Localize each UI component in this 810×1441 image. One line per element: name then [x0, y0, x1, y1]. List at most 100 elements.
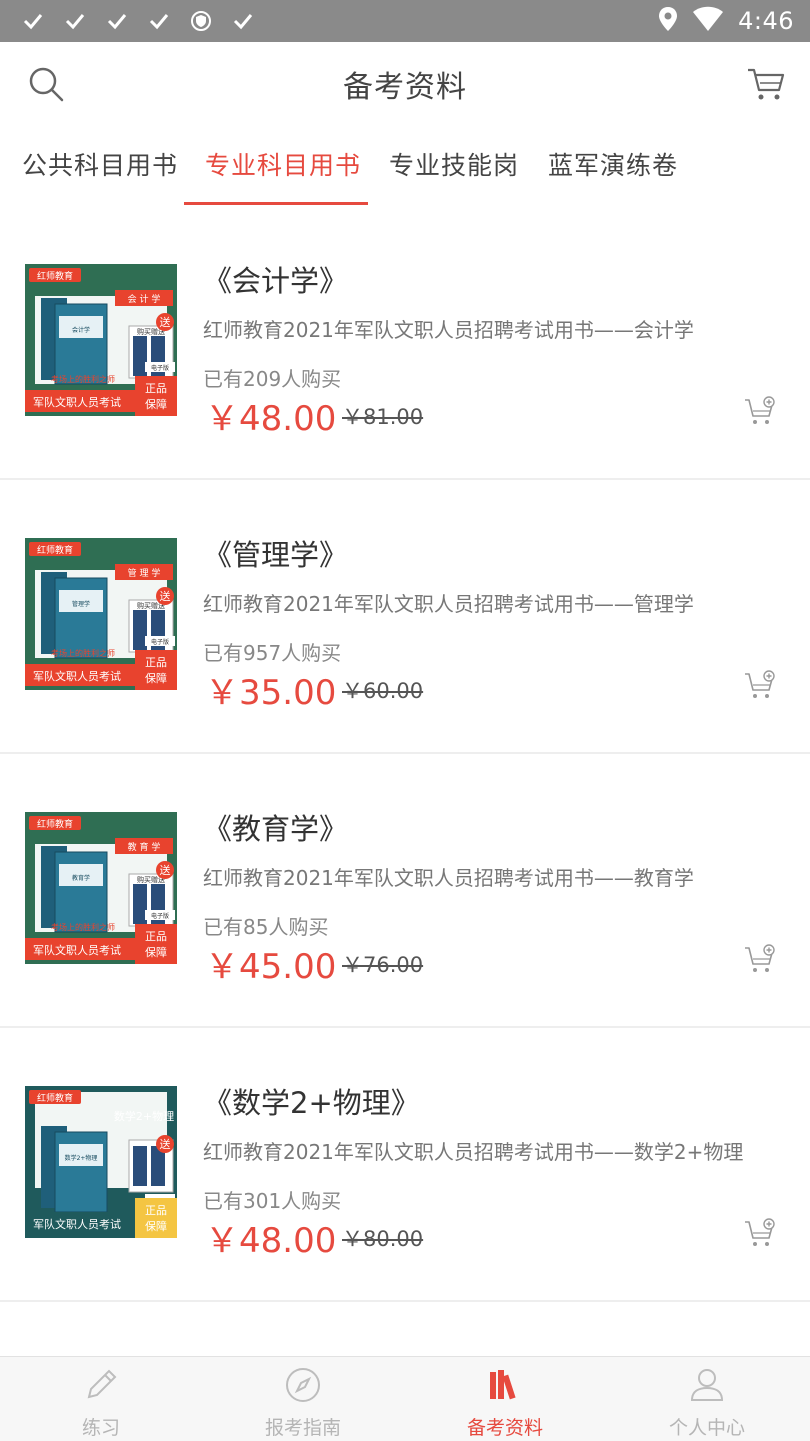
nav-label: 备考资料: [466, 1417, 543, 1439]
check-icon: [104, 8, 130, 34]
add-to-cart-button[interactable]: [744, 1218, 776, 1250]
add-to-cart-button[interactable]: [744, 670, 776, 702]
authentic-badge-line2: 保障: [145, 1219, 167, 1233]
product-description: 红师教育2021年军队文职人员招聘考试用书——会计学: [203, 318, 694, 342]
sale-price: ￥48.00: [205, 1221, 337, 1261]
nav-exam-guide[interactable]: 报考指南: [202, 1357, 404, 1441]
pencil-icon: [87, 1369, 117, 1399]
check-icon: [146, 8, 172, 34]
add-to-cart-icon: [745, 1218, 775, 1246]
cart-button[interactable]: [746, 64, 786, 104]
logo-text: 红师教育: [37, 270, 73, 282]
app-header: 备考资料: [0, 42, 810, 124]
product-item[interactable]: 红师教育 管 理 学 管理学 购买赠送 送 电子版 考场上的胜利之师 军队文职人…: [0, 480, 810, 754]
authentic-badge-line2: 保障: [145, 671, 167, 685]
cover-slogan: 考场上的胜利之师: [51, 922, 115, 932]
compass-icon: [286, 1368, 320, 1402]
authentic-badge-line1: 正品: [145, 382, 167, 395]
logo-text: 红师教育: [37, 544, 73, 556]
sale-price: ￥35.00: [205, 673, 337, 713]
authentic-badge-line1: 正品: [145, 930, 167, 943]
gift-badge: 送: [160, 589, 171, 603]
purchase-count: 已有301人购买: [203, 1189, 342, 1213]
logo-text: 红师教育: [37, 1092, 73, 1104]
tab-public-subject-books[interactable]: 公共科目用书: [22, 146, 178, 182]
product-title[interactable]: 《会计学》: [203, 258, 348, 300]
nav-profile[interactable]: 个人中心: [606, 1357, 808, 1441]
cover-bottom-text: 军队文职人员考试: [33, 1217, 121, 1231]
original-price: ￥76.00: [342, 953, 424, 977]
gift-badge: 送: [160, 863, 171, 877]
cover-subject-label: 教 育 学: [128, 841, 161, 853]
purchase-count: 已有209人购买: [203, 367, 342, 391]
nav-label: 报考指南: [264, 1417, 341, 1439]
check-icon: [20, 8, 46, 34]
cover-subject-label: 管 理 学: [128, 567, 161, 579]
cover-slogan: 考场上的胜利之师: [51, 374, 115, 384]
product-item[interactable]: 红师教育 数学2+物理 数学2+物理 送 军队文职人员考试 正品 保障 《数学2…: [0, 1028, 810, 1302]
nav-label: 练习: [81, 1417, 120, 1439]
authentic-badge-line2: 保障: [145, 945, 167, 959]
clock: 4:46: [738, 7, 794, 35]
gift-badge: 送: [160, 315, 171, 329]
nav-study-materials[interactable]: 备考资料: [404, 1357, 606, 1441]
add-to-cart-icon: [745, 944, 775, 972]
check-icon: [230, 8, 256, 34]
nav-label: 个人中心: [668, 1417, 745, 1439]
product-title[interactable]: 《管理学》: [203, 532, 348, 574]
edition-label: 电子版: [151, 364, 169, 372]
edition-label: 电子版: [151, 638, 169, 646]
book-cover-image[interactable]: 红师教育 会 计 学 会计学 购买赠送 送 电子版 考场上的胜利之师 军队文职人…: [25, 264, 177, 416]
user-icon: [690, 1369, 724, 1401]
product-description: 红师教育2021年军队文职人员招聘考试用书——管理学: [203, 592, 694, 616]
add-to-cart-icon: [745, 396, 775, 424]
original-price: ￥80.00: [342, 1227, 424, 1251]
shield-icon: [188, 8, 214, 34]
product-description: 红师教育2021年军队文职人员招聘考试用书——教育学: [203, 866, 694, 890]
authentic-badge-line2: 保障: [145, 397, 167, 411]
product-title[interactable]: 《数学2+物理》: [203, 1080, 420, 1122]
purchase-count: 已有85人购买: [203, 915, 329, 939]
page-title: 备考资料: [343, 70, 467, 105]
sale-price: ￥48.00: [205, 399, 337, 439]
book-cover-image[interactable]: 红师教育 教 育 学 教育学 购买赠送 送 电子版 考场上的胜利之师 军队文职人…: [25, 812, 177, 964]
add-to-cart-icon: [745, 670, 775, 698]
tab-professional-subject-books[interactable]: 专业科目用书: [205, 146, 361, 182]
book-cover-image[interactable]: 红师教育 管 理 学 管理学 购买赠送 送 电子版 考场上的胜利之师 军队文职人…: [25, 538, 177, 690]
authentic-badge-line1: 正品: [145, 656, 167, 669]
location-icon: [658, 6, 678, 36]
bottom-navigation: 练习 报考指南 备考资料 个人中心: [0, 1356, 810, 1441]
product-item[interactable]: 红师教育 教 育 学 教育学 购买赠送 送 电子版 考场上的胜利之师 军队文职人…: [0, 754, 810, 1028]
original-price: ￥60.00: [342, 679, 424, 703]
book-spine-label: 会计学: [72, 326, 90, 334]
logo-text: 红师教育: [37, 818, 73, 830]
nav-practice[interactable]: 练习: [0, 1357, 202, 1441]
add-to-cart-button[interactable]: [744, 944, 776, 976]
cover-bottom-text: 军队文职人员考试: [33, 943, 121, 957]
book-spine-label: 数学2+物理: [65, 1154, 98, 1162]
add-to-cart-button[interactable]: [744, 396, 776, 428]
notification-icons: [20, 8, 256, 34]
cover-slogan: 考场上的胜利之师: [51, 648, 115, 658]
edition-label: 电子版: [151, 912, 169, 920]
active-tab-indicator: [184, 202, 368, 205]
sale-price: ￥45.00: [205, 947, 337, 987]
purchase-count: 已有957人购买: [203, 641, 342, 665]
product-list: 红师教育 会 计 学 会计学 购买赠送 送 电子版 考场上的胜利之师 军队文职人…: [0, 206, 810, 1302]
tab-blue-army-drill-papers[interactable]: 蓝军演练卷: [548, 146, 678, 182]
product-description: 红师教育2021年军队文职人员招聘考试用书——数学2+物理: [203, 1140, 744, 1164]
cover-bottom-text: 军队文职人员考试: [33, 395, 121, 409]
authentic-badge-line1: 正品: [145, 1204, 167, 1217]
cover-subject-label: 数学2+物理: [114, 1109, 174, 1123]
book-spine-label: 管理学: [72, 600, 90, 608]
book-cover-image[interactable]: 红师教育 数学2+物理 数学2+物理 送 军队文职人员考试 正品 保障: [25, 1086, 177, 1238]
product-title[interactable]: 《教育学》: [203, 806, 348, 848]
gift-badge: 送: [160, 1137, 171, 1151]
cover-subject-label: 会 计 学: [128, 293, 161, 305]
original-price: ￥81.00: [342, 405, 424, 429]
tab-professional-skills[interactable]: 专业技能岗: [389, 146, 519, 182]
wifi-icon: [692, 6, 724, 36]
product-item[interactable]: 红师教育 会 计 学 会计学 购买赠送 送 电子版 考场上的胜利之师 军队文职人…: [0, 206, 810, 480]
status-bar: 4:46: [0, 0, 810, 42]
books-icon: [490, 1370, 516, 1400]
